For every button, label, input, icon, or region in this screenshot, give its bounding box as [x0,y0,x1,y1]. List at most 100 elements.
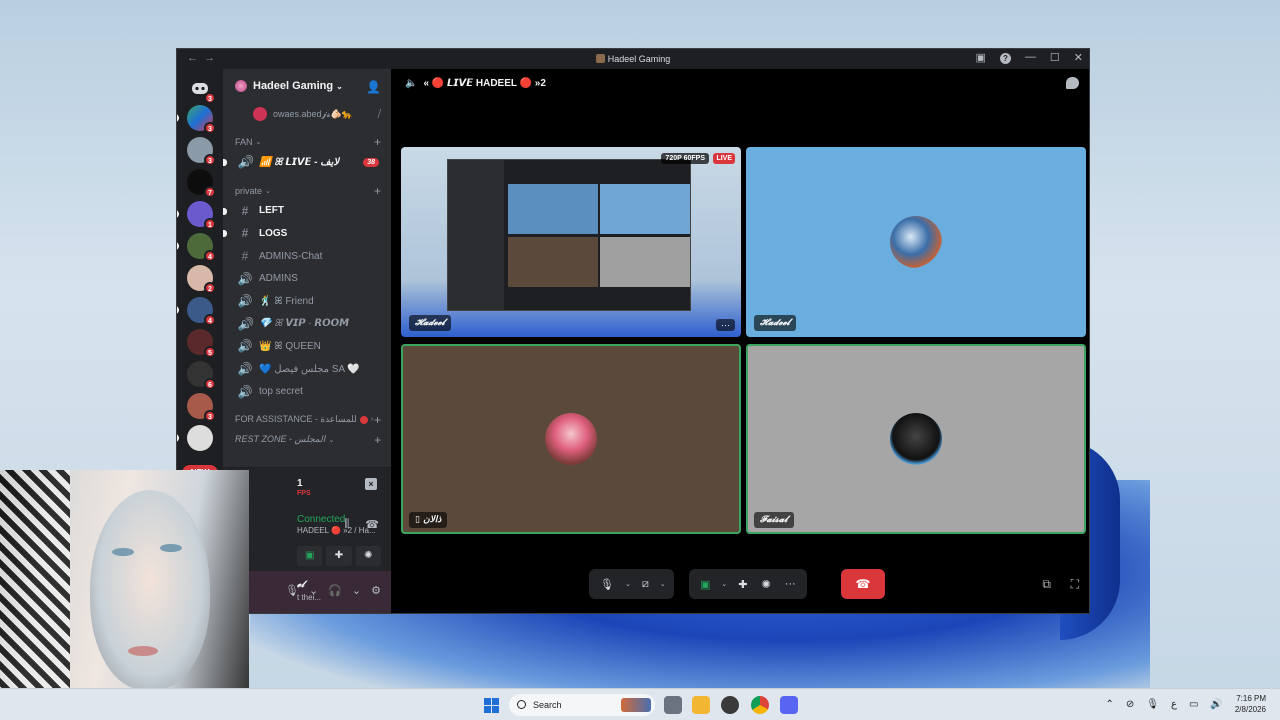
microphone-icon[interactable]: 🎙 [1146,699,1159,710]
chevron-down-icon[interactable]: ⌄ [352,584,361,597]
pop-out-icon[interactable]: ⧉ [1042,577,1051,592]
fullscreen-icon[interactable]: ⛶ [1071,577,1079,592]
chevron-down-icon[interactable]: ⌄ [719,580,729,588]
participant-name: ذالان [423,515,442,525]
channel-top-secret[interactable]: 🔊 top secret [223,380,391,403]
speaker-icon: 🔊 [237,294,253,309]
server-icon[interactable]: 1 [177,201,216,230]
add-channel-icon[interactable]: + [374,413,381,427]
category-rest-zone[interactable]: REST ZONE - المجلس ⌄ + [223,431,391,449]
language-icon[interactable]: ع [1171,699,1177,710]
server-icon[interactable]: 4 [177,233,216,262]
voice-user[interactable]: owaes.abed𝓳𝓼🫵🏻🐆 ⧸ [223,103,391,125]
close-button[interactable]: ✕ [1074,51,1083,64]
participant-tile[interactable]: 𝓕𝓪𝓲𝓼𝓪𝓵 [746,344,1086,534]
taskbar-search[interactable]: Search [509,694,655,716]
server-icon[interactable]: 4 [177,297,216,326]
add-channel-icon[interactable]: + [374,135,381,149]
participant-tile[interactable]: 𝓗𝓪𝓭𝓮𝓮𝓵 [746,147,1086,337]
minimize-button[interactable]: — [1025,51,1036,64]
participant-tile[interactable]: ▯ ذالان [401,344,741,534]
add-channel-icon[interactable]: + [374,184,381,198]
avatar [253,107,267,121]
more-icon[interactable]: ··· [780,578,801,590]
server-icon[interactable]: 5 [187,329,216,358]
activities-button[interactable]: ✚ [326,546,352,566]
inbox-icon[interactable]: ▣ [976,51,986,64]
channel-left[interactable]: # LEFT [223,200,391,223]
stream-tile[interactable]: 720P 60FPS LIVE 𝓗𝓪𝓭𝓮𝓮𝓵 ··· [401,147,741,337]
gear-icon[interactable]: ⚙ [371,584,381,597]
help-icon[interactable]: ? [999,53,1011,64]
more-options-icon[interactable]: ··· [716,319,735,331]
discord-home-icon[interactable]: 3 [187,75,216,104]
microphone-icon[interactable]: 🎙 [595,578,619,591]
hidden-icon[interactable]: ⊘ [1126,699,1134,710]
chevron-down-icon[interactable]: ⌄ [309,584,318,597]
screen-share-button[interactable]: ▣ [297,546,323,566]
guild-header[interactable]: Hadeel Gaming ⌄ 👤 [223,69,391,103]
unread-indicator [223,159,227,166]
add-channel-icon[interactable]: + [374,433,381,447]
screen-share-icon[interactable]: ▣ [695,578,715,591]
channel-friend[interactable]: 🔊 🕺 ꕤ Friend [223,290,391,313]
category-label: FOR ASSISTANCE - للمساعدة [235,414,357,425]
chevron-down-icon[interactable]: ⌄ [658,580,668,588]
taskbar: Search ⌃ ⊘ 🎙 ع ▭ 🔊 7:16 PM 2/8/2026 [0,688,1280,720]
file-explorer-icon[interactable] [692,696,710,714]
noise-suppression-icon[interactable]: ⫼ [344,518,349,531]
participant-name: 𝓗𝓪𝓭𝓮𝓮𝓵 [409,315,451,331]
chat-icon[interactable] [1066,77,1079,89]
clock-time: 7:16 PM [1236,694,1266,703]
chevron-up-icon[interactable]: ⌃ [1106,699,1114,710]
clock[interactable]: 7:16 PM 2/8/2026 [1235,693,1266,715]
activities-icon[interactable]: ✚ [733,578,752,591]
badge: 4 [204,314,216,326]
server-icon[interactable]: 3 [187,393,216,422]
server-icon[interactable] [177,425,213,451]
server-icon[interactable]: 6 [187,361,216,390]
channel-live[interactable]: 🔊 📶 ꕤ 𝙇𝙄𝙑𝙀 - لايف 38 [223,151,391,174]
call-header: 🔈 « 🔴 𝙇𝙄𝙑𝙀 HADEEL 🔴 »2 [391,69,1089,97]
stop-stream-icon[interactable]: × [365,478,377,490]
volume-icon[interactable]: 🔊 [1210,699,1222,710]
channel-name: 💎 ꕤ 𝙑𝙄𝙋 · 𝙍𝙊𝙊𝙈 [259,318,350,330]
channel-vip-room[interactable]: 🔊 💎 ꕤ 𝙑𝙄𝙋 · 𝙍𝙊𝙊𝙈 [223,313,391,336]
add-member-icon[interactable]: 👤 [366,80,381,94]
microphone-icon[interactable]: 🎙 [285,584,299,597]
disconnect-icon[interactable]: ☎ [365,518,379,531]
windows-start-icon[interactable] [484,698,499,713]
maximize-button[interactable]: ☐ [1050,51,1060,64]
server-icon[interactable]: 7 [187,169,216,198]
obs-icon[interactable] [721,696,739,714]
category-assistance[interactable]: FOR ASSISTANCE - للمساعدة › + [223,411,391,429]
chevron-down-icon[interactable]: ⌄ [623,580,633,588]
connection-status[interactable]: Connected [297,514,345,525]
channel-admins-chat[interactable]: # ADMINS-Chat [223,245,391,268]
task-view-icon[interactable] [664,696,682,714]
server-icon[interactable]: 2 [187,265,216,294]
server-icon[interactable]: 3 [187,137,216,166]
category-private[interactable]: private ⌄ + [223,182,391,200]
server-icon[interactable]: 3 [177,105,216,134]
speaker-icon: 🔊 [237,339,253,354]
channel-majlis-faisal[interactable]: 🔊 💙 مجلس فيصل SA 🤍 [223,358,391,381]
soundboard-button[interactable]: ✺ [355,546,381,566]
headphones-icon[interactable]: 🎧 [328,584,342,597]
chrome-icon[interactable] [751,696,769,714]
soundboard-icon[interactable]: ✺ [757,578,776,591]
chevron-down-icon: ⌄ [265,187,271,195]
channel-admins[interactable]: 🔊 ADMINS [223,267,391,290]
badge: 4 [204,250,216,262]
badge: 3 [204,122,216,134]
disconnect-button[interactable]: ☎ [841,569,885,599]
avatar [890,413,942,465]
category-fan[interactable]: FAN ⌄ + [223,133,391,151]
channel-logs[interactable]: # LOGS [223,222,391,245]
camera-off-icon[interactable]: ⧄ [637,578,654,591]
participant-name: 𝓗𝓪𝓭𝓮𝓮𝓵 [754,315,796,331]
channel-name: LEFT [259,205,284,217]
network-icon[interactable]: ▭ [1189,699,1198,710]
channel-queen[interactable]: 🔊 👑 ꕤ QUEEN [223,335,391,358]
discord-icon[interactable] [780,696,798,714]
